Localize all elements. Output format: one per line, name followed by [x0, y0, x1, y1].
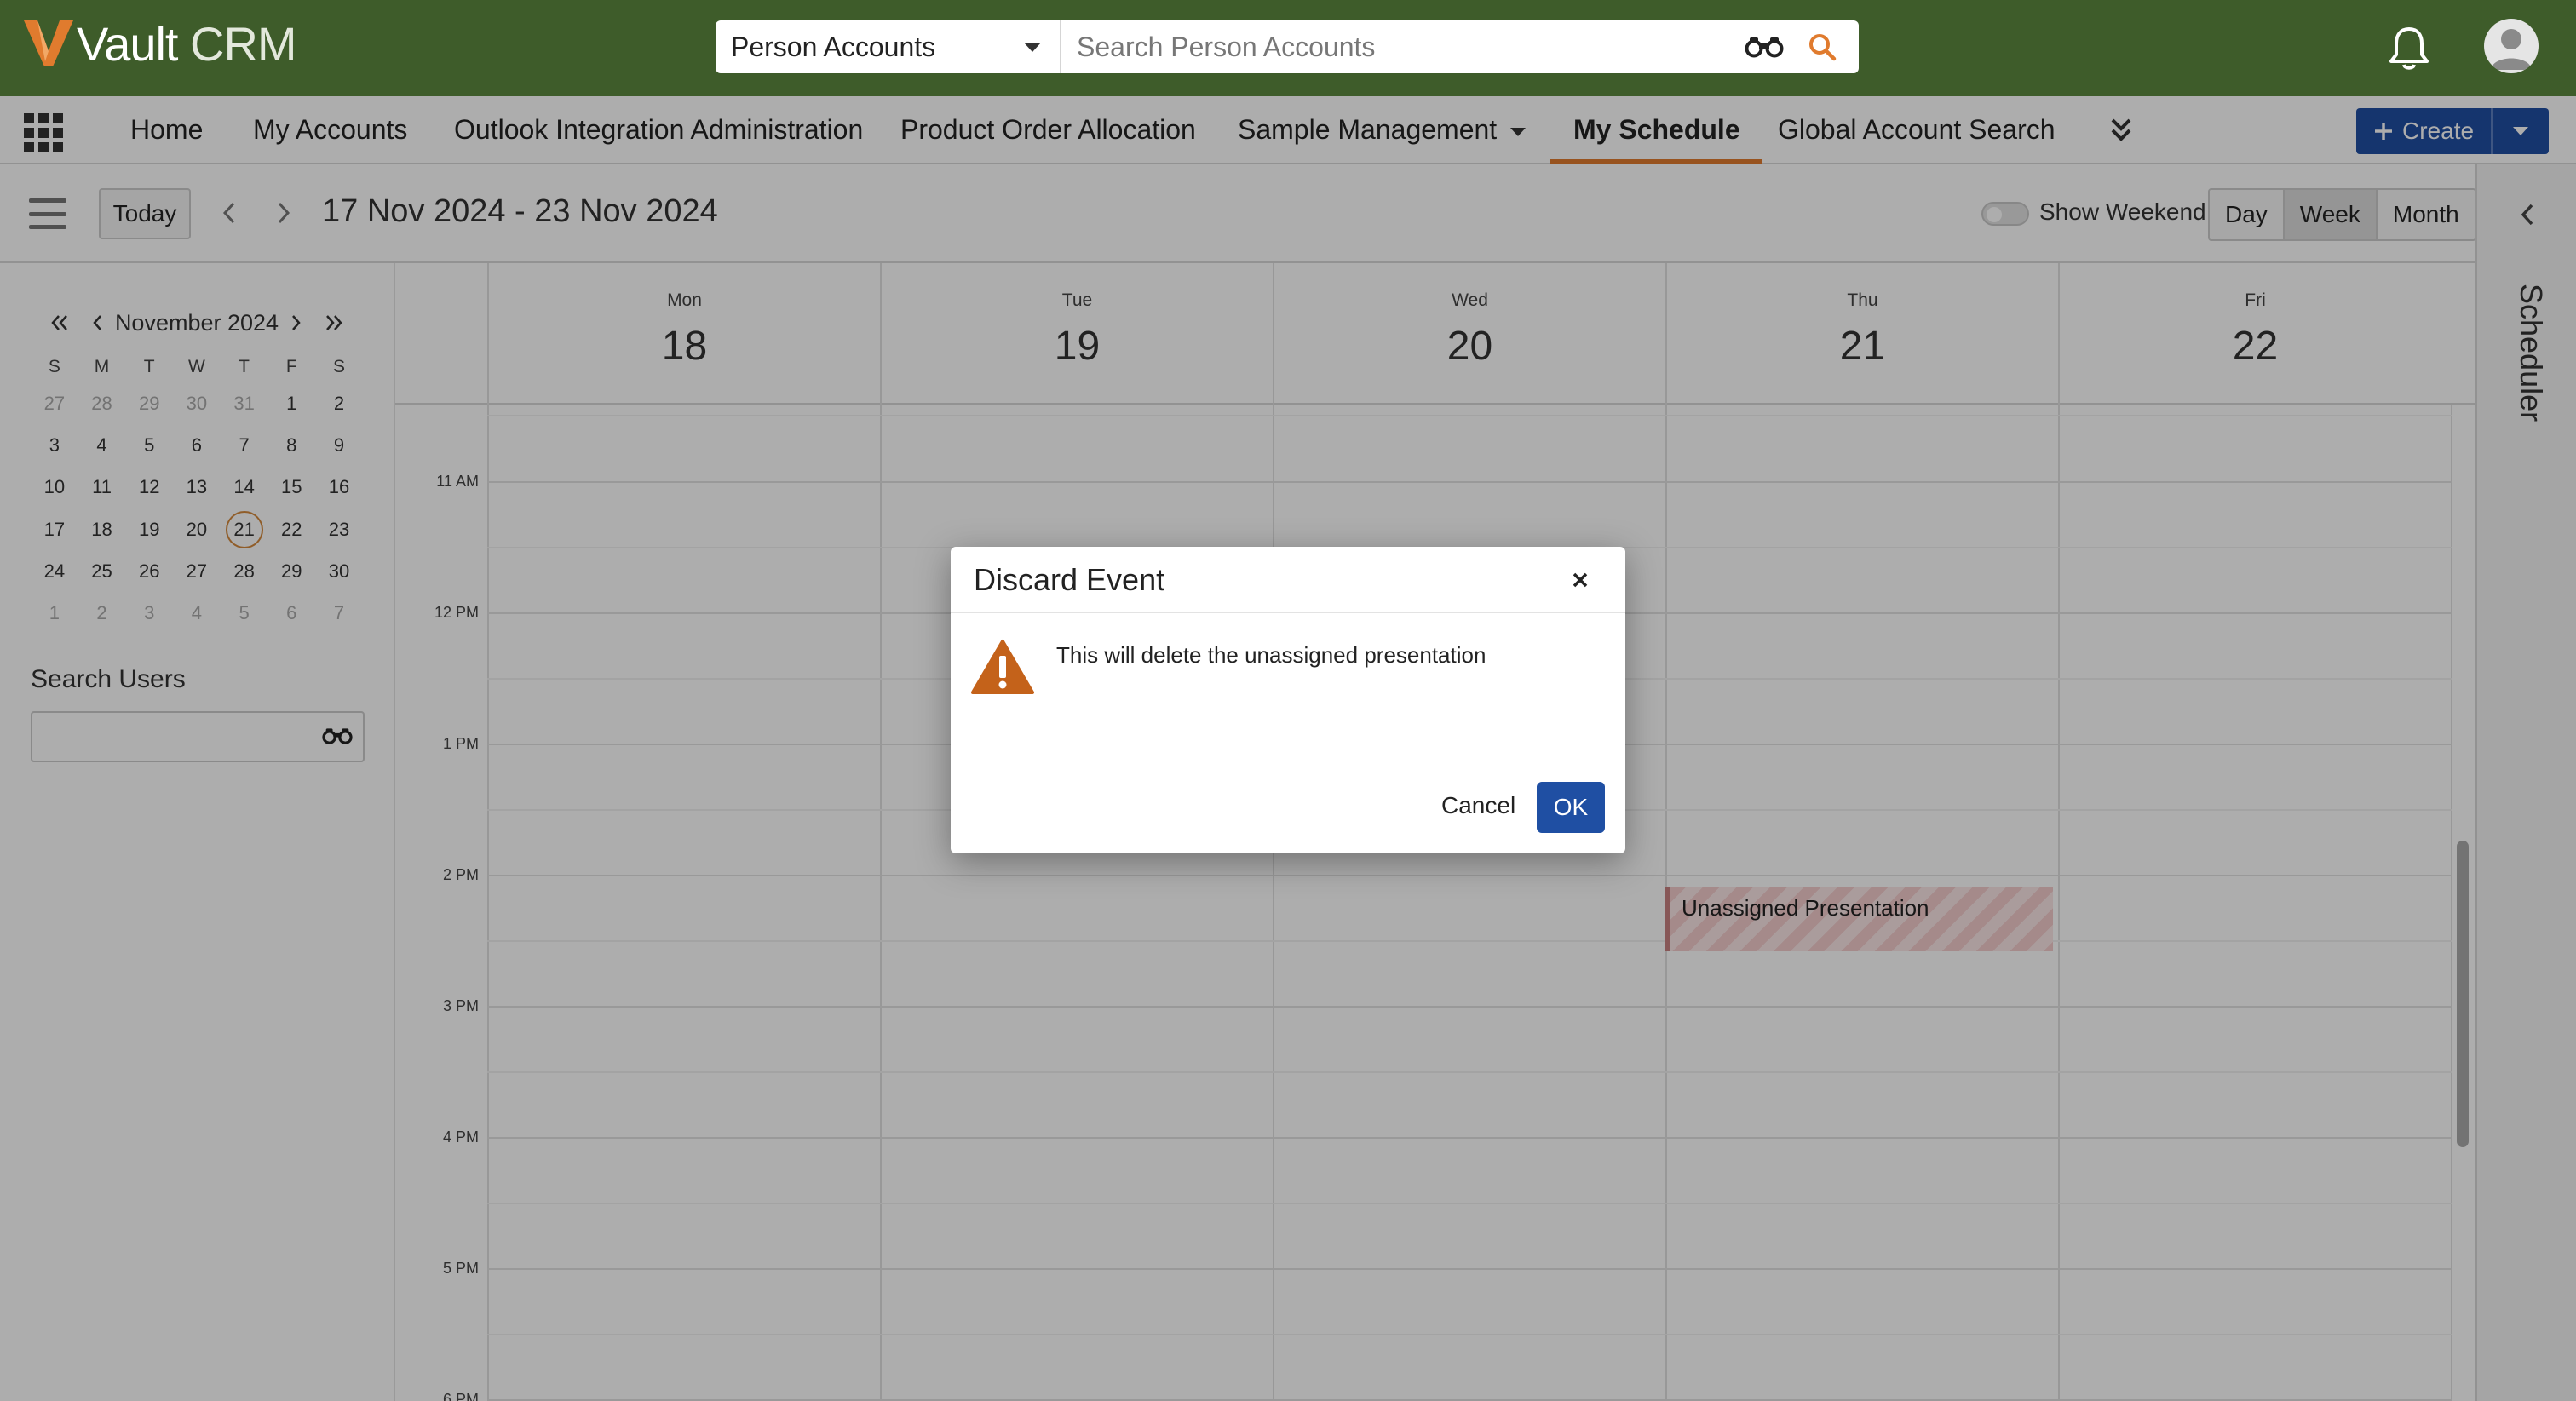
- discard-event-dialog: Discard Event This will delete the unass…: [951, 547, 1625, 853]
- binoculars-icon[interactable]: [1745, 36, 1784, 58]
- user-avatar-icon[interactable]: [2484, 19, 2539, 73]
- top-bar: Vault CRM Person Accounts: [0, 0, 2576, 96]
- global-search: Person Accounts: [716, 20, 1859, 73]
- dialog-header: Discard Event: [951, 547, 1625, 613]
- ok-button[interactable]: OK: [1537, 782, 1605, 833]
- dialog-title: Discard Event: [974, 562, 1165, 597]
- warning-icon: [971, 640, 1034, 694]
- object-type-value: Person Accounts: [731, 31, 936, 62]
- vault-v-logo-icon: [24, 20, 73, 66]
- caret-down-icon: [1024, 42, 1041, 52]
- brand-prefix: Vault: [77, 16, 178, 71]
- search-actions: [1745, 20, 1859, 73]
- object-type-select[interactable]: Person Accounts: [716, 20, 1061, 73]
- app-logo[interactable]: Vault CRM: [22, 15, 297, 72]
- app-brand: Vault CRM: [77, 16, 297, 72]
- search-input[interactable]: [1061, 20, 1745, 73]
- search-icon[interactable]: [1808, 32, 1837, 61]
- brand-suffix: CRM: [177, 16, 297, 71]
- cancel-button[interactable]: Cancel: [1428, 780, 1530, 831]
- close-icon[interactable]: [1567, 567, 1593, 593]
- bell-icon[interactable]: [2387, 24, 2431, 72]
- dialog-message: This will delete the unassigned presenta…: [1056, 642, 1486, 668]
